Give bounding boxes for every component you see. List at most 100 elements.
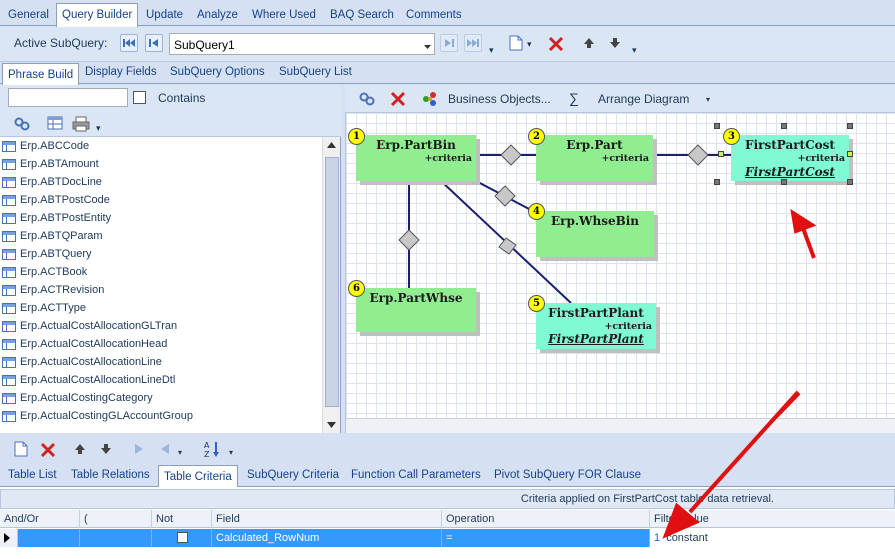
next-icon[interactable] [440,34,458,52]
sum-icon[interactable]: ∑ [569,90,579,106]
tab-table-list[interactable]: Table List [4,469,61,481]
move-down-icon[interactable] [609,37,621,52]
list-item[interactable]: Erp.ABTPostEntity [0,209,322,227]
tab-table-criteria[interactable]: Table Criteria [158,465,238,488]
list-item[interactable]: Erp.ABTDocLine [0,173,322,191]
new-dropdown-chevron-icon[interactable]: ▾ [527,39,532,50]
new-document-icon[interactable] [509,35,523,54]
tab-baq-search[interactable]: BAQ Search [325,6,399,26]
column-not[interactable]: Not [152,510,212,528]
move-up-icon-2[interactable] [74,443,86,458]
list-item[interactable]: Erp.ActualCostAllocationHead [0,335,322,353]
scrollbar-thumb[interactable] [325,157,339,407]
sort-dropdown-chevron-icon[interactable]: ▾ [229,448,233,457]
previous-icon[interactable] [145,34,163,52]
list-item[interactable]: Erp.ABTQParam [0,227,322,245]
new-document-icon[interactable] [14,441,28,460]
selection-handle[interactable] [847,179,853,185]
list-item[interactable]: Erp.ABTQuery [0,245,322,263]
node-firstpartplant[interactable]: FirstPartPlant +criteria FirstPartPlant [536,303,656,349]
table-icon[interactable] [47,116,63,133]
column-operation[interactable]: Operation [442,510,650,528]
tab-update[interactable]: Update [141,6,188,26]
link-icon-2[interactable] [359,91,375,110]
sort-az-icon[interactable]: AZ [204,440,220,461]
indent-left-icon[interactable] [160,443,170,458]
selection-handle[interactable] [718,151,724,157]
cell-paren[interactable] [80,529,152,547]
delete-icon[interactable] [548,36,564,55]
table-list-scrollbar[interactable] [322,137,340,433]
cell-filter-value[interactable]: 1 constant [650,529,895,547]
diagram-horizontal-scrollbar[interactable] [346,418,895,433]
criteria-row[interactable]: Calculated_RowNum = 1 constant [0,529,895,547]
tab-query-builder[interactable]: Query Builder [56,3,139,27]
node-erp-partwhse[interactable]: Erp.PartWhse [356,288,476,332]
move-down-icon-2[interactable] [100,443,112,458]
node-erp-part[interactable]: Erp.Part +criteria [536,135,653,181]
query-diagram[interactable]: Erp.PartBin +criteria 1 Erp.Part +criter… [345,113,895,433]
list-item[interactable]: Erp.ABTPostCode [0,191,322,209]
table-search-input[interactable] [8,88,128,107]
delete-icon-3[interactable] [40,442,56,461]
list-item[interactable]: Erp.ABTAmount [0,155,322,173]
tab-comments[interactable]: Comments [401,6,467,26]
overflow-chevron-icon[interactable]: ▾ [489,45,494,56]
tab-where-used[interactable]: Where Used [247,6,321,26]
tab-display-fields[interactable]: Display Fields [81,66,161,78]
cell-operation[interactable]: = [442,529,650,547]
tab-pivot-subquery[interactable]: Pivot SubQuery FOR Clause [490,469,645,481]
arrange-diagram-button[interactable]: Arrange Diagram [598,92,689,106]
overflow-chevron-icon-2[interactable]: ▾ [632,45,637,56]
selection-handle[interactable] [714,123,720,129]
selection-handle[interactable] [714,179,720,185]
list-item[interactable]: Erp.ACTType [0,299,322,317]
tab-table-relations[interactable]: Table Relations [67,469,154,481]
row-selector[interactable] [0,529,18,547]
list-item[interactable]: Erp.ActualCostingGLAccountGroup [0,407,322,425]
column-and-or[interactable]: And/Or [0,510,80,528]
indent-dropdown-chevron-icon[interactable]: ▾ [178,448,182,457]
tab-general[interactable]: General [3,6,54,26]
subquery-select[interactable]: SubQuery1 [169,33,435,55]
tab-analyze[interactable]: Analyze [192,6,243,26]
selection-handle[interactable] [847,123,853,129]
column-field[interactable]: Field [212,510,442,528]
cell-and-or[interactable] [18,529,80,547]
list-item[interactable]: Erp.ActualCostAllocationLine [0,353,322,371]
selection-handle[interactable] [781,179,787,185]
business-objects-icon[interactable] [422,91,438,110]
column-filter-value[interactable]: Filter Value [650,510,895,528]
contains-checkbox[interactable] [133,91,146,104]
delete-icon-2[interactable] [390,91,406,110]
last-icon[interactable] [464,34,482,52]
list-item[interactable]: Erp.ACTBook [0,263,322,281]
cell-field[interactable]: Calculated_RowNum [212,529,442,547]
list-item[interactable]: Erp.ABCCode [0,137,322,155]
indent-right-icon[interactable] [134,443,144,458]
tab-subquery-criteria[interactable]: SubQuery Criteria [243,469,343,481]
tab-phrase-build[interactable]: Phrase Build [2,63,80,85]
not-checkbox[interactable] [177,532,188,543]
arrange-dropdown-chevron-icon[interactable]: ▾ [706,95,710,104]
tab-function-call-parameters[interactable]: Function Call Parameters [347,469,485,481]
print-icon[interactable] [72,116,90,135]
node-erp-partbin[interactable]: Erp.PartBin +criteria [356,135,476,181]
list-item[interactable]: Erp.ActualCostingCategory [0,389,322,407]
first-icon[interactable] [120,34,138,52]
tab-subquery-options[interactable]: SubQuery Options [166,66,269,78]
selection-handle[interactable] [781,123,787,129]
node-erp-whsebin[interactable]: Erp.WhseBin [536,211,654,257]
tab-subquery-list[interactable]: SubQuery List [275,66,356,78]
list-item[interactable]: Erp.ActualCostAllocationLineDtl [0,371,322,389]
move-up-icon[interactable] [583,37,595,52]
print-dropdown-chevron-icon[interactable]: ▾ [96,123,101,134]
link-icon[interactable] [14,116,30,135]
node-firstpartcost[interactable]: FirstPartCost +criteria FirstPartCost [731,135,849,181]
selection-handle[interactable] [847,151,853,157]
business-objects-button[interactable]: Business Objects... [448,92,551,106]
cell-not[interactable] [152,529,212,547]
list-item[interactable]: Erp.ACTRevision [0,281,322,299]
column-paren[interactable]: ( [80,510,152,528]
list-item[interactable]: Erp.ActualCostAllocationGLTran [0,317,322,335]
